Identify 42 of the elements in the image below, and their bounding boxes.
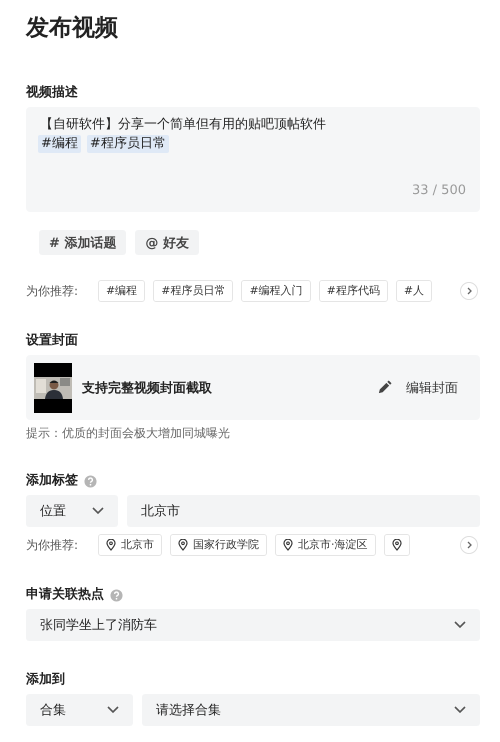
tag-type-select[interactable]: 位置	[26, 495, 118, 527]
cover-caption: 支持完整视频封面截取	[82, 380, 213, 396]
section-label: 申请关联热点	[26, 586, 104, 604]
recommend-label: 为你推荐:	[26, 282, 80, 300]
location-pin-icon	[283, 539, 293, 551]
section-label: 添加到	[26, 671, 66, 689]
location-pin-icon	[392, 539, 402, 551]
chevron-down-icon	[454, 706, 466, 714]
chevron-down-icon	[92, 507, 104, 515]
location-pin-icon	[106, 539, 116, 551]
topic-chip[interactable]: #人	[396, 280, 432, 302]
section-label: 设置封面	[26, 332, 79, 350]
topic-chip[interactable]: #编程	[98, 280, 146, 302]
topic-chip[interactable]: #程序员日常	[153, 280, 234, 302]
insert-button[interactable]: # 添加话题	[39, 230, 126, 255]
location-chip[interactable]: 国家行政学院	[170, 534, 267, 556]
collection-type-select[interactable]: 合集	[26, 694, 133, 726]
location-field[interactable]: 北京市	[127, 495, 480, 527]
next-icon[interactable]	[460, 282, 478, 300]
location-chip[interactable]	[384, 534, 410, 556]
section-label: 添加标签	[26, 472, 78, 490]
section-label: 视频描述	[26, 84, 79, 102]
location-pin-icon	[178, 539, 188, 551]
location-chip[interactable]: 北京市	[98, 534, 162, 556]
description-field[interactable]: 【自研软件】分享一个简单但有用的贴吧顶帖软件 #编程 #程序员日常 33 / 500	[26, 107, 480, 212]
collection-select[interactable]: 请选择合集	[142, 694, 480, 726]
hashtag[interactable]: #编程	[38, 135, 81, 153]
topic-chip[interactable]: #程序代码	[318, 280, 388, 302]
pencil-icon	[377, 380, 392, 395]
hashtag[interactable]: #程序员日常	[86, 135, 169, 153]
topic-chip[interactable]: #编程入门	[241, 280, 311, 302]
next-icon[interactable]	[460, 536, 478, 554]
insert-button[interactable]: @ 好友	[135, 230, 199, 255]
hotspot-select[interactable]: 张同学坐上了消防车	[26, 609, 480, 641]
chevron-down-icon	[107, 706, 119, 714]
chevron-down-icon	[454, 621, 466, 629]
character-counter: 33 / 500	[412, 183, 466, 198]
edit-cover-button[interactable]: 编辑封面	[377, 378, 472, 396]
page-title: 发布视频	[26, 14, 119, 43]
recommend-label: 为你推荐:	[26, 536, 80, 554]
location-chip[interactable]: 北京市·海淀区	[275, 534, 376, 556]
cover-hint: 提示：优质的封面会极大增加同城曝光	[26, 425, 231, 442]
